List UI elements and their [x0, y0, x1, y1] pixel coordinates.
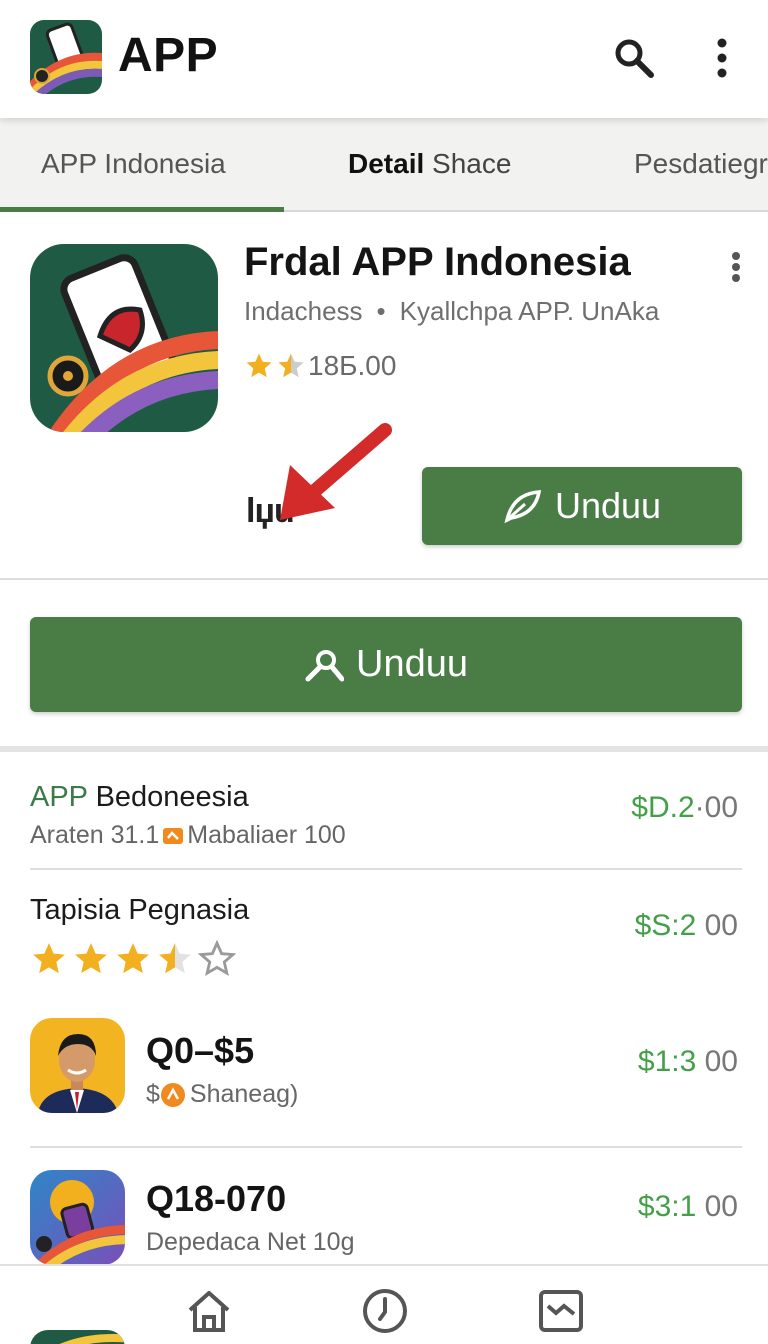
more-vert-icon[interactable] [726, 250, 746, 284]
rating-text: 18Б.00 [308, 350, 397, 381]
price-rest: 00 [696, 1190, 738, 1223]
list-item-subtitle: Depedaca Net 10g [146, 1228, 355, 1256]
star-empty-icon [198, 940, 236, 976]
leaf-icon [504, 490, 542, 524]
search-icon[interactable] [612, 36, 656, 80]
tab-detail[interactable]: Detail Shace [348, 148, 511, 180]
price-label[interactable]: $3:1 00 [638, 1190, 738, 1224]
star-half-icon [278, 353, 304, 378]
list-item-subtitle: $ Shaneag) [146, 1080, 298, 1109]
price-rest: 00 [696, 909, 738, 942]
tab-bar: APP Indonesia Detail Shace Pesdatiegr [0, 118, 768, 212]
title-rest: Bedoneesia [87, 781, 249, 813]
badge-icon [163, 827, 184, 844]
price-main: $S:2 [634, 909, 697, 942]
tab-app-indonesia[interactable]: APP Indonesia [41, 148, 226, 180]
inbox-icon[interactable] [536, 1286, 586, 1336]
list-divider [30, 1146, 742, 1148]
price-rest: ·00 [694, 791, 738, 824]
price-main: $3:1 [637, 1190, 697, 1223]
star-rating [30, 940, 236, 978]
list-item-title[interactable]: Q18-070 [146, 1178, 286, 1220]
tab-detail-rest: Shace [432, 148, 512, 179]
app-bar: APP [0, 0, 768, 118]
active-tab-indicator [0, 207, 284, 212]
star-half-icon [159, 943, 191, 974]
sub-left: Araten 31.1 [30, 821, 160, 849]
install-button[interactable]: Unduu [422, 467, 742, 545]
star-icon [117, 943, 149, 974]
install-button-label: Unduu [554, 485, 662, 526]
app-category: Kyallchpa APP. UnAka [399, 296, 660, 326]
title-green-part: APP [30, 781, 88, 813]
avatar[interactable] [30, 1018, 125, 1113]
peek-thumbnail [30, 1330, 125, 1344]
app-logo-icon[interactable] [30, 20, 102, 94]
price-label[interactable]: $1:3 00 [638, 1045, 738, 1079]
pointer-arrow-icon [280, 423, 392, 520]
install-button-large-label: Unduu [356, 643, 468, 685]
tab-detail-bold: Detail [348, 148, 425, 179]
orange-badge-icon [160, 1082, 185, 1107]
sub-right: Mabaliaer 100 [187, 821, 346, 849]
sub-prefix: $ [146, 1080, 160, 1108]
price-rest: 00 [696, 1045, 738, 1078]
list-item-subtitle: Araten 31.1 Mabaliaer 100 [30, 821, 346, 850]
star-icon [33, 943, 65, 974]
section-divider [0, 746, 768, 752]
price-label[interactable]: $D.2·00 [631, 791, 738, 825]
app-meta: Indachess • Kyallchpa APP. UnAka [244, 296, 659, 327]
star-icon [75, 943, 107, 974]
price-label[interactable]: $S:2 00 [635, 909, 738, 943]
list-item-title[interactable]: Q0–$5 [146, 1030, 254, 1072]
price-main: $D.2 [631, 791, 695, 824]
meta-separator: • [376, 296, 386, 326]
app-thumbnail[interactable] [30, 1170, 125, 1265]
download-person-icon [305, 649, 344, 681]
star-icon [246, 353, 272, 378]
clock-icon[interactable] [360, 1286, 410, 1336]
price-main: $1:3 [637, 1045, 697, 1078]
app-rating: 18Б.00 [244, 350, 396, 382]
sub-text: Shaneag) [189, 1080, 299, 1108]
app-icon [30, 244, 218, 432]
app-name: Frdal APP Indonesia [244, 240, 631, 284]
home-icon[interactable] [184, 1286, 234, 1336]
section-divider [0, 578, 768, 580]
more-vert-icon[interactable] [708, 36, 736, 80]
list-item-title[interactable]: APP Bedoneesia [30, 781, 249, 814]
developer-name[interactable]: Indachess [244, 296, 363, 326]
install-button-large[interactable]: Unduu [30, 617, 742, 712]
list-divider [30, 868, 742, 870]
list-item-title[interactable]: Tapisia Pegnasia [30, 894, 249, 927]
app-title: APP [118, 29, 219, 82]
tab-pesdatiegr[interactable]: Pesdatiegr [634, 148, 768, 180]
